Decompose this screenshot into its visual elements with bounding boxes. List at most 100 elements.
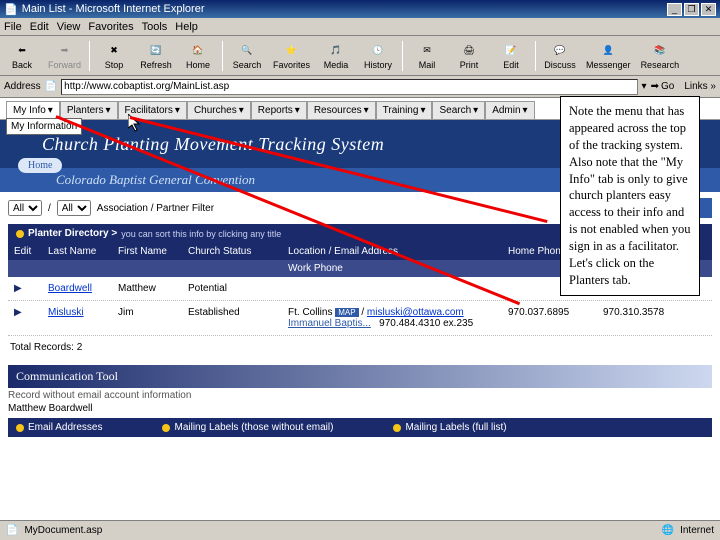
home-button[interactable]: 🏠Home	[178, 40, 218, 72]
comm-opt-label: Mailing Labels (full list)	[405, 422, 506, 433]
tab-facilitators[interactable]: Facilitators▾	[118, 101, 187, 119]
statusbar: 📄 MyDocument.asp 🌐 Internet	[0, 520, 720, 540]
home-pill-button[interactable]: Home	[18, 158, 62, 173]
commtool-header: Communication Tool	[8, 365, 712, 388]
go-button[interactable]: ➡Go	[651, 81, 675, 92]
chevron-down-icon: ▾	[48, 105, 53, 116]
home-label: Home	[186, 60, 210, 70]
menu-favorites[interactable]: Favorites	[88, 21, 133, 33]
messenger-label: Messenger	[586, 60, 631, 70]
tab-churches[interactable]: Churches▾	[187, 101, 251, 119]
messenger-button[interactable]: 👤Messenger	[582, 40, 635, 72]
chevron-down-icon: ▾	[420, 105, 425, 116]
email-link[interactable]: misluski@ottawa.com	[367, 307, 464, 318]
go-label: Go	[661, 81, 674, 92]
col-workphone[interactable]: Work Phone	[282, 260, 502, 277]
row-arrow-icon[interactable]: ▶	[14, 307, 22, 318]
address-dropdown-icon[interactable]: ▾	[642, 81, 647, 92]
bullet-icon	[162, 424, 170, 432]
favorites-button[interactable]: ⭐Favorites	[269, 40, 314, 72]
col-churchstatus[interactable]: Church Status	[182, 243, 282, 260]
comm-opt-label: Email Addresses	[28, 422, 102, 433]
stop-label: Stop	[105, 60, 124, 70]
homephone-cell: 970.037.6895	[502, 305, 597, 331]
menu-file[interactable]: File	[4, 21, 22, 33]
address-bar: Address 📄 ▾ ➡Go Links »	[0, 76, 720, 98]
menu-edit[interactable]: Edit	[30, 21, 49, 33]
edit-icon: 📝	[501, 42, 521, 60]
print-button[interactable]: 🖨Print	[449, 40, 489, 72]
col-edit[interactable]: Edit	[8, 243, 42, 260]
links-button[interactable]: Links »	[684, 81, 716, 92]
print-icon: 🖨	[459, 42, 479, 60]
map-icon[interactable]: MAP	[335, 308, 358, 317]
refresh-button[interactable]: 🔄Refresh	[136, 40, 176, 72]
row-arrow-icon[interactable]: ▶	[14, 283, 22, 294]
status-page-icon: 📄	[6, 525, 18, 536]
edit-button[interactable]: 📝Edit	[491, 40, 531, 72]
chevron-down-icon: ▾	[523, 105, 528, 116]
forward-icon: ➡	[55, 42, 75, 60]
star-icon: ⭐	[282, 42, 302, 60]
search-icon: 🔍	[237, 42, 257, 60]
minimize-button[interactable]: _	[667, 3, 682, 16]
col-firstname[interactable]: First Name	[112, 243, 182, 260]
lastname-link[interactable]: Boardwell	[48, 283, 92, 294]
directory-title: Planter Directory >	[28, 228, 117, 239]
filter-select-1[interactable]: All	[8, 200, 42, 216]
comm-opt-labels-full[interactable]: Mailing Labels (full list)	[393, 422, 506, 433]
history-button[interactable]: 🕓History	[358, 40, 398, 72]
back-button[interactable]: ⬅Back	[2, 40, 42, 72]
tab-facilitators-label: Facilitators	[125, 105, 173, 116]
refresh-label: Refresh	[140, 60, 172, 70]
forward-button[interactable]: ➡Forward	[44, 40, 85, 72]
search-button[interactable]: 🔍Search	[227, 40, 267, 72]
tab-reports[interactable]: Reports▾	[251, 101, 307, 119]
print-label: Print	[460, 60, 479, 70]
address-input[interactable]	[61, 79, 637, 95]
mail-button[interactable]: ✉Mail	[407, 40, 447, 72]
tab-reports-label: Reports	[258, 105, 293, 116]
home-icon: 🏠	[188, 42, 208, 60]
menu-view[interactable]: View	[57, 21, 81, 33]
window-title: Main List - Microsoft Internet Explorer	[22, 3, 205, 15]
stop-button[interactable]: ✖Stop	[94, 40, 134, 72]
tab-search[interactable]: Search▾	[432, 101, 485, 119]
filter-select-2[interactable]: All	[57, 200, 91, 216]
directory-note: you can sort this info by clicking any t…	[121, 229, 281, 239]
workphone-cell: 970.484.4310 ex.235	[379, 318, 473, 329]
status-zone: Internet	[680, 525, 714, 536]
comm-opt-email[interactable]: Email Addresses	[16, 422, 102, 433]
tab-myinfo[interactable]: My Info▾	[6, 101, 60, 119]
discuss-icon: 💬	[550, 42, 570, 60]
commtool-reset: Record without email account information	[8, 390, 712, 401]
church-link[interactable]: Immanuel Baptis...	[288, 318, 371, 329]
tab-planters[interactable]: Planters▾	[60, 101, 118, 119]
col-lastname[interactable]: Last Name	[42, 243, 112, 260]
stop-icon: ✖	[104, 42, 124, 60]
tab-admin[interactable]: Admin▾	[485, 101, 534, 119]
back-label: Back	[12, 60, 32, 70]
total-label: Total Records:	[10, 342, 74, 353]
lastname-link[interactable]: Misluski	[48, 307, 84, 318]
menu-help[interactable]: Help	[175, 21, 198, 33]
menu-tools[interactable]: Tools	[142, 21, 168, 33]
close-button[interactable]: ✕	[701, 3, 716, 16]
comm-opt-labels-noemail[interactable]: Mailing Labels (those without email)	[162, 422, 333, 433]
tab-admin-label: Admin	[492, 105, 520, 116]
firstname-cell: Jim	[112, 305, 182, 331]
chevron-down-icon: ▾	[364, 105, 369, 116]
research-label: Research	[641, 60, 680, 70]
globe-icon: 🌐	[662, 525, 674, 536]
edit-label: Edit	[503, 60, 519, 70]
discuss-button[interactable]: 💬Discuss	[540, 40, 580, 72]
tab-training[interactable]: Training▾	[376, 101, 433, 119]
maximize-button[interactable]: ❐	[684, 3, 699, 16]
search-label: Search	[233, 60, 262, 70]
media-button[interactable]: 🎵Media	[316, 40, 356, 72]
refresh-icon: 🔄	[146, 42, 166, 60]
research-button[interactable]: 📚Research	[637, 40, 684, 72]
tab-resources[interactable]: Resources▾	[307, 101, 376, 119]
history-label: History	[364, 60, 392, 70]
bullet-icon	[393, 424, 401, 432]
